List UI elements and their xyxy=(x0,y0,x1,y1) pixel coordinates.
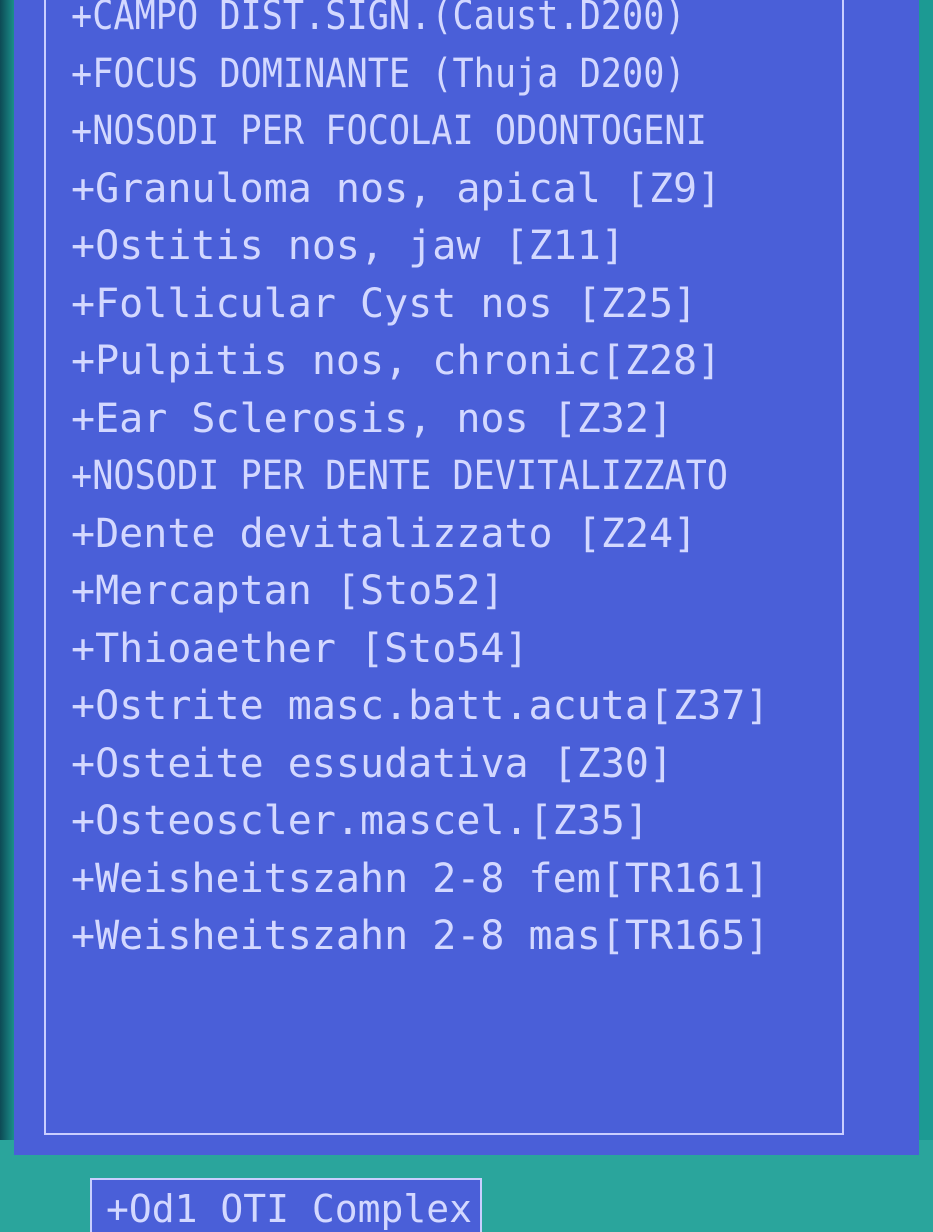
remedy-list: +CAMPO DIST.SIGN.(Caust.D200) +FOCUS DOM… xyxy=(71,0,818,966)
complex-label: +Od1 OTI Complex xyxy=(106,1187,473,1231)
remedy-list-panel: +CAMPO DIST.SIGN.(Caust.D200) +FOCUS DOM… xyxy=(14,0,919,1155)
list-item[interactable]: +Osteite essudativa [Z30] xyxy=(71,736,818,794)
list-item[interactable]: +Weisheitszahn 2-8 fem[TR161] xyxy=(71,851,818,909)
list-item[interactable]: +Ear Sclerosis, nos [Z32] xyxy=(71,391,818,449)
list-item[interactable]: +NOSODI PER DENTE DEVITALIZZATO xyxy=(71,448,728,506)
list-item[interactable]: +CAMPO DIST.SIGN.(Caust.D200) xyxy=(71,0,728,46)
list-item[interactable]: +Dente devitalizzato [Z24] xyxy=(71,506,818,564)
list-item[interactable]: +NOSODI PER FOCOLAI ODONTOGENI xyxy=(71,103,728,161)
screen-bezel xyxy=(0,0,14,1232)
list-item[interactable]: +Osteoscler.mascel.[Z35] xyxy=(71,793,818,851)
list-item[interactable]: +Granuloma nos, apical [Z9] xyxy=(71,161,818,219)
list-item[interactable]: +Follicular Cyst nos [Z25] xyxy=(71,276,818,334)
list-item[interactable]: +Pulpitis nos, chronic[Z28] xyxy=(71,333,818,391)
remedy-list-box: +CAMPO DIST.SIGN.(Caust.D200) +FOCUS DOM… xyxy=(44,0,844,1135)
list-item[interactable]: +Mercaptan [Sto52] xyxy=(71,563,818,621)
list-item[interactable]: +FOCUS DOMINANTE (Thuja D200) xyxy=(71,46,728,104)
list-item[interactable]: +Weisheitszahn 2-8 mas[TR165] xyxy=(71,908,818,966)
complex-selection-box[interactable]: +Od1 OTI Complex xyxy=(90,1178,482,1232)
list-item[interactable]: +Ostitis nos, jaw [Z11] xyxy=(71,218,818,276)
list-item[interactable]: +Thioaether [Sto54] xyxy=(71,621,818,679)
list-item[interactable]: +Ostrite masc.batt.acuta[Z37] xyxy=(71,678,818,736)
